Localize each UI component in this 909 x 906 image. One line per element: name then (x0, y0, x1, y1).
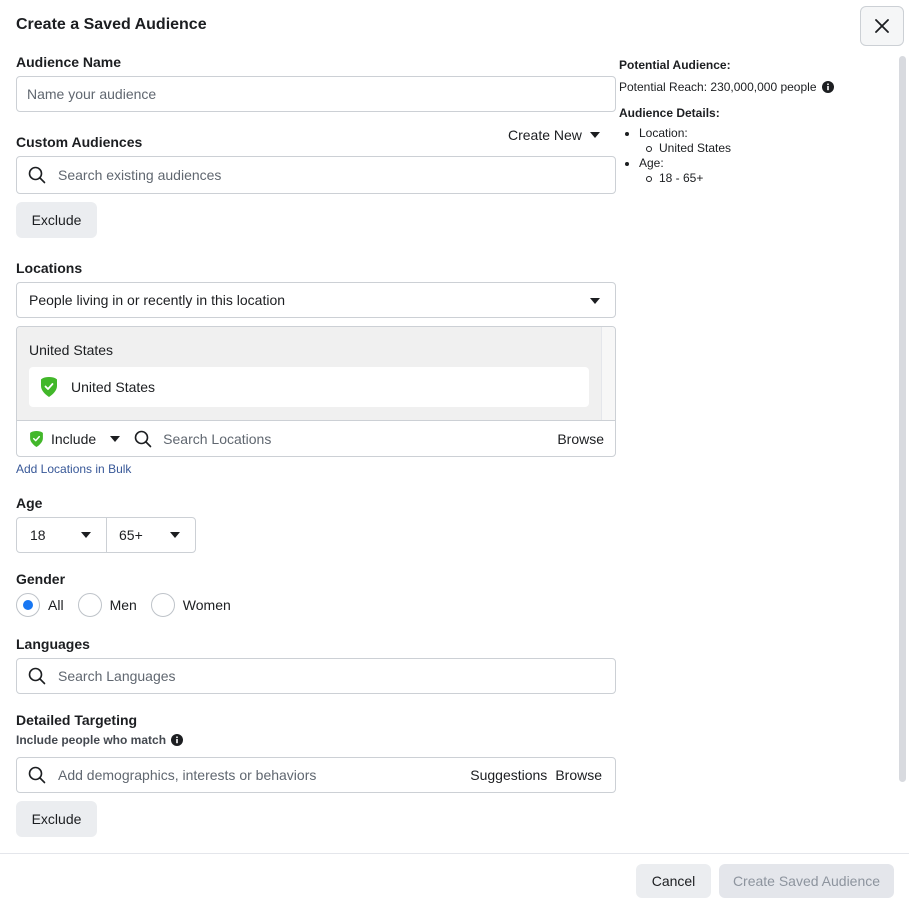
gender-label: Gender (16, 571, 66, 587)
age-label: Age (16, 495, 43, 511)
caret-down-icon (589, 132, 600, 138)
search-icon (28, 766, 46, 784)
detail-age-value: 18 - 65+ (646, 171, 889, 186)
location-group-title: United States (29, 342, 114, 358)
detail-location-label: Location: (639, 126, 688, 140)
detailed-targeting-actions: Suggestions Browse (470, 767, 602, 783)
gender-all-label: All (48, 597, 64, 613)
add-locations-bulk-link[interactable]: Add Locations in Bulk (16, 462, 131, 476)
info-icon[interactable] (171, 734, 184, 746)
dialog-footer: Cancel Create Saved Audience (0, 853, 909, 906)
gender-women-radio[interactable] (150, 593, 175, 617)
suggestions-button[interactable]: Suggestions (470, 767, 547, 783)
create-saved-audience-dialog: Create a Saved Audience Audience Name Na… (0, 0, 909, 906)
audience-summary-panel: Potential Audience: Potential Reach: 230… (619, 58, 889, 186)
selected-location-label: United States (71, 379, 156, 395)
close-icon (875, 19, 889, 33)
detailed-targeting-search-input[interactable]: Add demographics, interests or behaviors… (16, 757, 616, 793)
gender-men-label: Men (109, 597, 137, 613)
location-browse-button[interactable]: Browse (557, 431, 604, 447)
location-controls: Include Search Locations Browse (17, 420, 615, 456)
dialog-title: Create a Saved Audience (16, 16, 207, 33)
audience-details-list: Location: United States Age: 18 - 65+ (625, 126, 889, 186)
detailed-targeting-exclude-button[interactable]: Exclude (16, 801, 97, 837)
potential-audience-title: Potential Audience: (619, 58, 731, 72)
selected-location-item[interactable]: United States (29, 367, 589, 407)
location-search-input[interactable]: Search Locations (134, 430, 271, 448)
caret-down-icon (590, 298, 600, 304)
gender-all-radio[interactable] (16, 593, 40, 617)
caret-down-icon (81, 532, 91, 538)
search-icon (28, 667, 46, 685)
audience-details-title: Audience Details: (619, 106, 720, 120)
location-type-select[interactable]: People living in or recently in this loc… (16, 282, 616, 318)
gender-option-women[interactable]: Women (150, 593, 231, 617)
custom-audiences-label: Custom Audiences (16, 134, 143, 150)
caret-down-icon (110, 436, 121, 442)
audience-name-placeholder: Name your audience (27, 86, 157, 102)
age-min-select[interactable]: 18 (17, 518, 106, 552)
info-icon[interactable] (821, 81, 834, 93)
scrollbar-thumb[interactable] (899, 56, 906, 782)
close-button[interactable] (860, 6, 904, 46)
age-max-value: 65+ (119, 527, 143, 543)
languages-label: Languages (16, 636, 90, 652)
include-people-label: Include people who match (16, 733, 167, 747)
age-range: 18 65+ (16, 517, 196, 553)
languages-placeholder: Search Languages (58, 668, 176, 684)
gender-option-men[interactable]: Men (77, 593, 137, 617)
detail-age: Age: 18 - 65+ (625, 156, 889, 186)
include-dropdown[interactable]: Include (30, 431, 121, 447)
create-new-dropdown[interactable]: Create New (508, 127, 600, 143)
create-new-label: Create New (508, 127, 582, 143)
detail-age-label: Age: (639, 156, 664, 170)
custom-audiences-search-input[interactable]: Search existing audiences (16, 156, 616, 194)
search-icon (134, 430, 152, 448)
cancel-button[interactable]: Cancel (636, 864, 711, 898)
detail-age-sublist: 18 - 65+ (646, 171, 889, 186)
location-box: United States United States Include Sear… (16, 326, 616, 457)
detailed-targeting-sublabel: Include people who match (16, 733, 184, 747)
dialog-scrollbar[interactable] (896, 52, 909, 852)
audience-name-label: Audience Name (16, 54, 122, 70)
detail-location-sublist: United States (646, 141, 889, 156)
detail-location-value: United States (646, 141, 889, 156)
detailed-targeting-placeholder: Add demographics, interests or behaviors (58, 767, 317, 783)
age-min-value: 18 (30, 527, 46, 543)
location-search-placeholder: Search Locations (163, 431, 272, 447)
custom-audiences-exclude-button[interactable]: Exclude (16, 202, 97, 238)
location-type-value: People living in or recently in this loc… (29, 292, 286, 308)
gender-men-radio[interactable] (77, 593, 102, 617)
include-shield-icon (30, 431, 43, 447)
audience-name-input[interactable]: Name your audience (16, 76, 616, 112)
custom-audiences-placeholder: Search existing audiences (58, 167, 222, 183)
potential-reach-row: Potential Reach: 230,000,000 people (619, 80, 889, 94)
locations-label: Locations (16, 260, 83, 276)
age-max-select[interactable]: 65+ (106, 518, 195, 552)
location-include-pin-icon (41, 377, 57, 397)
detail-location: Location: United States (625, 126, 889, 156)
detailed-targeting-browse-button[interactable]: Browse (555, 767, 602, 783)
include-label: Include (51, 431, 97, 447)
gender-option-all[interactable]: All (16, 593, 64, 617)
detailed-targeting-label: Detailed Targeting (16, 712, 138, 728)
create-saved-audience-button[interactable]: Create Saved Audience (719, 864, 894, 898)
location-list-scrollbar[interactable] (601, 327, 615, 420)
gender-women-label: Women (182, 597, 231, 613)
selected-locations-list: United States United States (17, 327, 601, 420)
gender-options: All Men Women (16, 593, 245, 617)
languages-search-input[interactable]: Search Languages (16, 658, 616, 694)
potential-reach-text: Potential Reach: 230,000,000 people (619, 80, 817, 94)
caret-down-icon (170, 532, 180, 538)
search-icon (28, 166, 46, 184)
